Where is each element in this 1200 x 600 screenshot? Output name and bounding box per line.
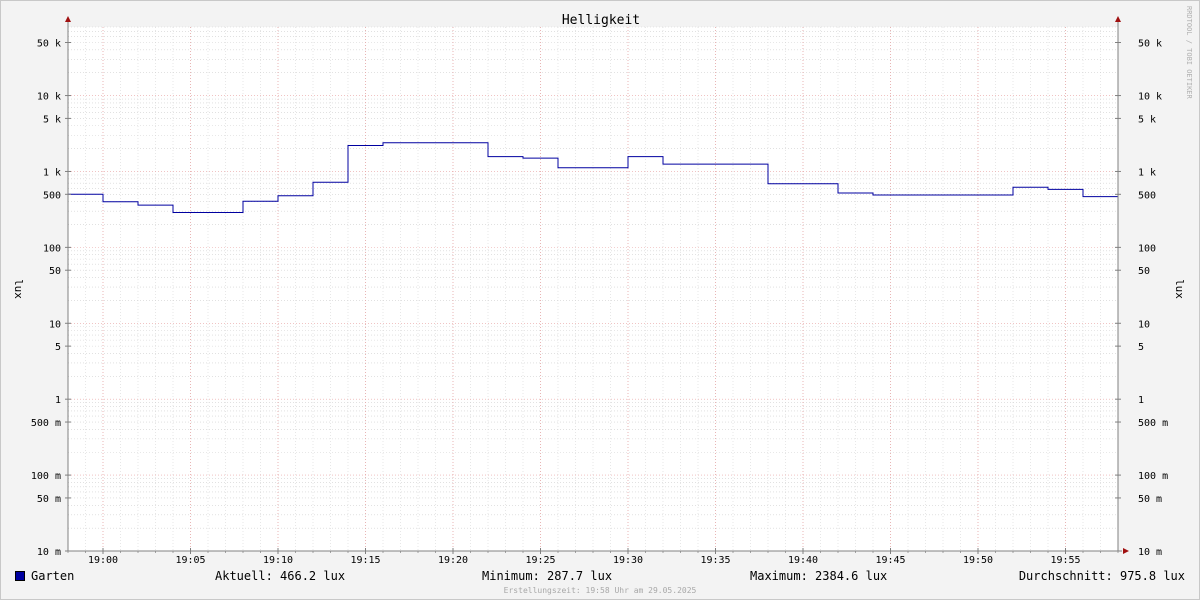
y-tick-label-left: 500	[43, 190, 61, 201]
x-tick-label: 19:10	[263, 555, 293, 566]
x-tick-label: 19:15	[350, 555, 380, 566]
x-axis-arrow	[1123, 548, 1129, 554]
x-tick-label: 19:50	[963, 555, 993, 566]
chart-svg: 19:00 19:05 19:10 19:15 19:20 19:25 19:30 19:35…	[12, 6, 1193, 566]
footer-timestamp: Erstellungszeit: 19:58 Uhr am 29.05.2025	[503, 586, 697, 595]
legend-maximum: Maximum: 2384.6 lux	[750, 569, 888, 583]
y-tick-label-right: 10 k	[1138, 92, 1162, 103]
y-tick-label-left: 10	[49, 319, 61, 330]
y-tick-label-left: 50	[49, 266, 61, 277]
x-tick-label: 19:55	[1050, 555, 1080, 566]
y-tick-label-right: 1	[1138, 395, 1144, 406]
y-tick-label-left: 10 m	[37, 547, 61, 558]
y-axis-arrow-right	[1115, 16, 1121, 22]
watermark: RRDTOOL / TOBI OETIKER	[1185, 6, 1193, 100]
x-tick-label: 19:30	[613, 555, 643, 566]
x-tick-label: 19:25	[525, 555, 555, 566]
y-tick-label-left: 5	[55, 342, 61, 353]
y-tick-label-right: 1 k	[1138, 167, 1156, 178]
chart-frame: 19:00 19:05 19:10 19:15 19:20 19:25 19:30 19:35…	[0, 0, 1200, 600]
y-tick-label-right: 5	[1138, 342, 1144, 353]
x-tick-label: 19:20	[438, 555, 468, 566]
y-tick-label-right: 500 m	[1138, 418, 1168, 429]
legend-series-name: Garten	[31, 569, 75, 583]
y-tick-label-right: 5 k	[1138, 114, 1156, 125]
y-tick-label-left: 50 k	[37, 38, 61, 49]
y-axis-label-right: lux	[1173, 279, 1186, 299]
y-tick-label-left: 5 k	[43, 114, 61, 125]
x-tick-label: 19:40	[788, 555, 818, 566]
y-tick-label-right: 50 k	[1138, 38, 1162, 49]
legend-current: Aktuell: 466.2 lux	[215, 569, 346, 583]
y-tick-label-right: 100	[1138, 243, 1156, 254]
y-axis-arrow-left	[65, 16, 71, 22]
y-tick-label-right: 500	[1138, 190, 1156, 201]
y-tick-label-right: 50 m	[1138, 494, 1162, 505]
y-tick-label-right: 10	[1138, 319, 1150, 330]
x-tick-label: 19:00	[88, 555, 118, 566]
y-tick-label-left: 10 k	[37, 92, 61, 103]
x-tick-label: 19:05	[175, 555, 205, 566]
y-tick-label-left: 100	[43, 243, 61, 254]
y-tick-label-left: 1 k	[43, 167, 61, 178]
y-axis-label-left: lux	[12, 279, 25, 299]
y-tick-label-left: 50 m	[37, 494, 61, 505]
y-tick-label-right: 50	[1138, 266, 1150, 277]
x-tick-label: 19:35	[700, 555, 730, 566]
chart-title: Helligkeit	[562, 13, 640, 28]
y-tick-label-right: 100 m	[1138, 471, 1168, 482]
y-tick-label-left: 1	[55, 395, 61, 406]
x-tick-label: 19:45	[875, 555, 905, 566]
legend-average: Durchschnitt: 975.8 lux	[1018, 569, 1185, 583]
y-tick-label-left: 100 m	[31, 471, 61, 482]
legend-minimum: Minimum: 287.7 lux	[482, 569, 613, 583]
legend: Garten Aktuell: 466.2 lux Minimum: 287.7…	[1, 567, 1199, 585]
y-tick-label-left: 500 m	[31, 418, 61, 429]
y-tick-label-right: 10 m	[1138, 547, 1162, 558]
